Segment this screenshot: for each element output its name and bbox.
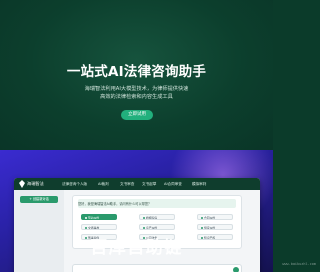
app-topbar: 海瑞智法 法律咨询个人版 AI裁判 文书审查 文书起草 AI合同审查 模拟审判 — [14, 178, 260, 190]
app-logo-icon — [19, 180, 25, 188]
nav-tab-contract-review[interactable]: AI合同审查 — [164, 180, 182, 188]
hero-title: 一站式AI法律咨询助手 — [66, 64, 207, 80]
nav-tab-doc-review[interactable]: 文书审查 — [120, 180, 134, 188]
chat-input[interactable] — [72, 264, 242, 272]
topic-chip[interactable]: 合同纠纷 — [197, 214, 233, 220]
send-icon[interactable] — [233, 266, 239, 272]
sidebar: + 创建新对话 — [14, 190, 64, 272]
topic-chip[interactable]: 房产纠纷 — [139, 224, 175, 230]
topic-chip[interactable]: 劳动纠纷 — [81, 214, 117, 220]
hero-subtitle-line2: 高效的法律检索和内容生成工具 — [100, 94, 173, 100]
try-now-button[interactable]: 立即试用 — [121, 110, 153, 120]
topic-chip[interactable]: 借贷纠纷 — [197, 224, 233, 230]
watermark-text: 百库自助链 — [90, 238, 183, 258]
nav-tab-consult[interactable]: 法律咨询个人版 — [62, 180, 87, 188]
watermark-url: www.baikuzhl.com — [282, 262, 316, 266]
nav-tab-ai-judge[interactable]: AI裁判 — [98, 180, 109, 188]
new-chat-button[interactable]: + 创建新对话 — [20, 196, 58, 203]
nav-tab-mock-trial[interactable]: 模拟审判 — [192, 180, 206, 188]
nav-tab-doc-draft[interactable]: 文书起草 — [142, 180, 156, 188]
chat-main: 您好，我是海瑞智法AI助手，请问有什么可以帮您？ 劳动纠纷 婚姻家庭 合同纠纷 … — [64, 190, 260, 272]
hero-subtitle-line1: 海瑞智法利用AI大模型技术，为律师提供快速 — [84, 86, 189, 92]
topic-chip[interactable]: 婚姻家庭 — [139, 214, 175, 220]
hero-section: 一站式AI法律咨询助手 海瑞智法利用AI大模型技术，为律师提供快速 高效的法律检… — [0, 0, 273, 150]
topic-chip[interactable]: 交通事故 — [81, 224, 117, 230]
app-name: 海瑞智法 — [27, 181, 44, 186]
intro-text: 您好，我是海瑞智法AI助手，请问有什么可以帮您？ — [78, 202, 152, 206]
